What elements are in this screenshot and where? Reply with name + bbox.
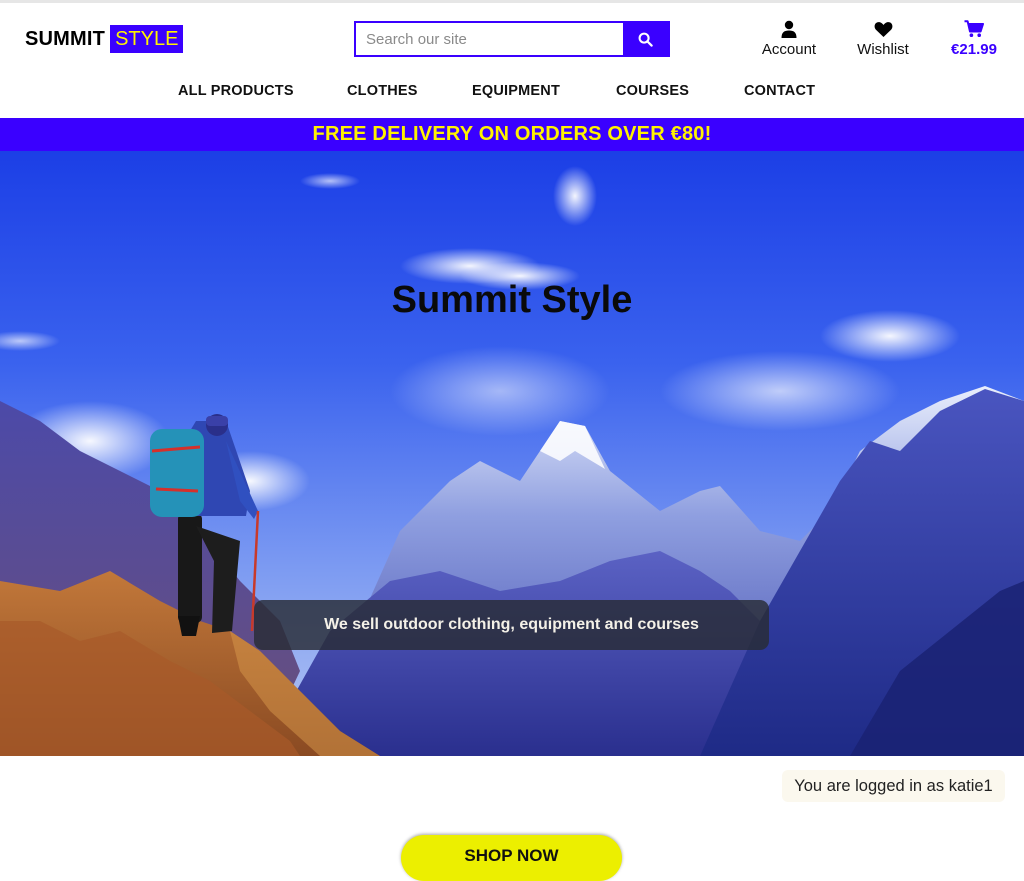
account-link[interactable]: Account [760, 18, 818, 58]
cart-icon [964, 20, 984, 37]
hero-title: Summit Style [391, 279, 633, 321]
heart-icon [874, 22, 892, 38]
nav-courses[interactable]: COURSES [616, 83, 689, 99]
search-icon [638, 32, 653, 47]
shop-now-button[interactable]: SHOP NOW [401, 835, 622, 881]
logged-in-text: You are logged in as katie1 [794, 776, 993, 795]
main-nav: ALL PRODUCTS CLOTHES EQUIPMENT COURSES C… [0, 83, 1024, 103]
logo-text-highlight: STYLE [110, 25, 184, 53]
user-icon [781, 20, 797, 38]
nav-clothes[interactable]: CLOTHES [347, 83, 418, 99]
hero-mountain-image [0, 151, 1024, 756]
shopping-bag-link[interactable]: €21.99 [948, 18, 1000, 58]
wishlist-link[interactable]: Wishlist [855, 18, 911, 58]
bag-total: €21.99 [951, 41, 997, 58]
search-form [354, 21, 670, 57]
account-label: Account [761, 41, 817, 58]
hero-section: Summit Style We sell outdoor clothing, e… [0, 151, 1024, 756]
site-logo[interactable]: SUMMIT STYLE [25, 25, 184, 53]
search-input[interactable] [356, 23, 623, 55]
delivery-banner: FREE DELIVERY ON ORDERS OVER €80! [0, 118, 1024, 151]
nav-all-products[interactable]: ALL PRODUCTS [178, 83, 294, 99]
wishlist-label: Wishlist [857, 41, 909, 58]
logged-in-status: You are logged in as katie1 [782, 770, 1005, 802]
hero-caption: We sell outdoor clothing, equipment and … [254, 600, 769, 650]
nav-contact[interactable]: CONTACT [744, 83, 815, 99]
hero-caption-text: We sell outdoor clothing, equipment and … [324, 616, 699, 633]
top-divider [0, 0, 1024, 3]
search-button[interactable] [623, 23, 668, 55]
logo-text-primary: SUMMIT [25, 27, 106, 50]
nav-equipment[interactable]: EQUIPMENT [472, 83, 560, 99]
delivery-banner-text: FREE DELIVERY ON ORDERS OVER €80! [312, 123, 712, 145]
